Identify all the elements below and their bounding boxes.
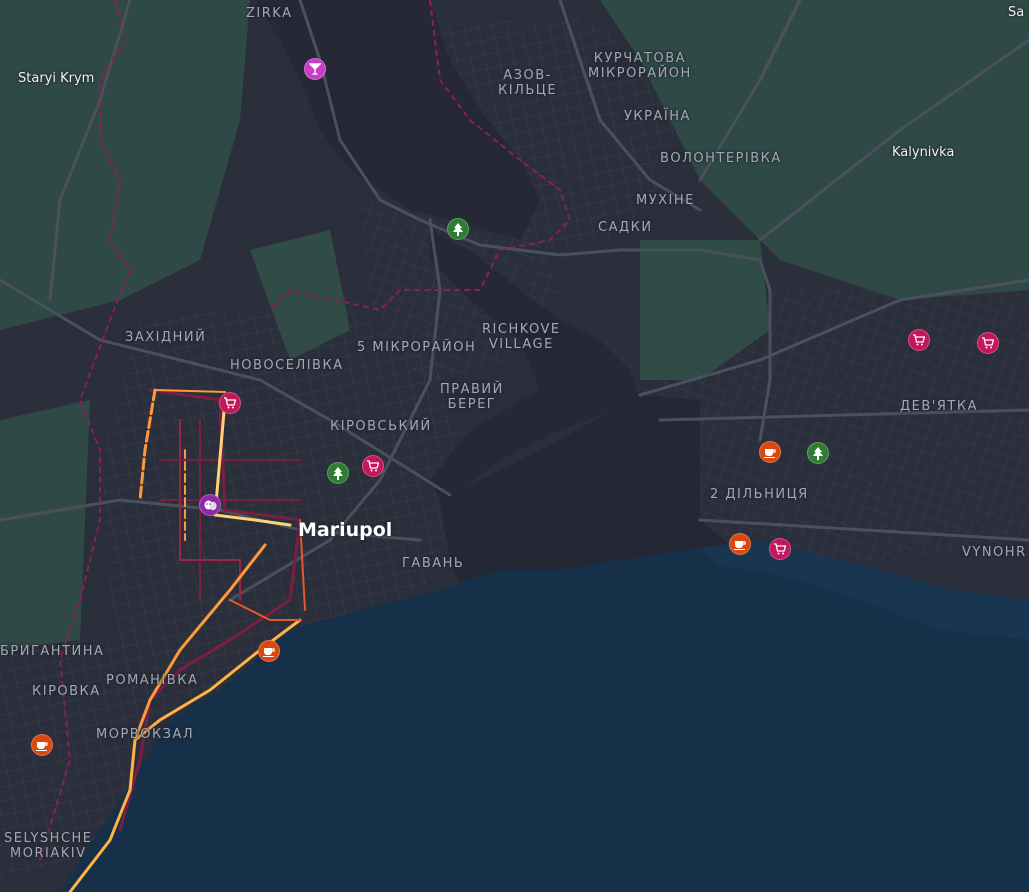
label-volonterivka: ВОЛОНТЕРІВКА bbox=[660, 151, 782, 166]
label-deviatka: ДЕВ'ЯТКА bbox=[900, 399, 978, 414]
shopping-cart-icon[interactable] bbox=[977, 332, 999, 354]
label-romanivka: РОМАНІВКА bbox=[106, 673, 199, 688]
map-base-layer bbox=[0, 0, 1029, 892]
label-selyshche-moriakiv: SELYSHCHE MORIAKIV bbox=[4, 831, 93, 861]
theatre-masks-icon[interactable] bbox=[199, 494, 221, 516]
label-bryhantyna: БРИГАНТИНА bbox=[0, 644, 105, 659]
map-canvas[interactable]: ZIRKA Staryi Krym АЗОВ- КІЛЬЦЕ КУРЧАТОВА… bbox=[0, 0, 1029, 892]
label-sa: Sa bbox=[1008, 5, 1025, 20]
shopping-cart-icon[interactable] bbox=[219, 392, 241, 414]
shopping-cart-icon[interactable] bbox=[362, 455, 384, 477]
label-novoselivka: НОВОСЕЛІВКА bbox=[230, 358, 344, 373]
tree-icon[interactable] bbox=[447, 218, 469, 240]
label-richkove-village: RICHKOVE VILLAGE bbox=[482, 322, 561, 352]
label-sadky: САДКИ bbox=[598, 220, 653, 235]
label-2-dilnytsia: 2 ДІЛЬНИЦЯ bbox=[710, 487, 809, 502]
coffee-cup-icon[interactable] bbox=[31, 734, 53, 756]
tree-icon[interactable] bbox=[327, 462, 349, 484]
label-pravyi-bereh: ПРАВИЙ БЕРЕГ bbox=[440, 382, 504, 412]
label-5-mikroraion: 5 МІКРОРАЙОН bbox=[357, 340, 477, 355]
label-zakhidnyi: ЗАХІДНИЙ bbox=[125, 330, 207, 345]
label-mariupol: Mariupol bbox=[298, 519, 393, 541]
label-vynohr: VYNOHR bbox=[962, 545, 1027, 560]
cocktail-icon[interactable] bbox=[304, 58, 326, 80]
label-ukraina: УКРАЇНА bbox=[624, 109, 691, 124]
label-azov-kiltse: АЗОВ- КІЛЬЦЕ bbox=[498, 68, 558, 98]
shopping-cart-icon[interactable] bbox=[769, 538, 791, 560]
label-havan: ГАВАНЬ bbox=[402, 556, 465, 571]
label-kirovka: КІРОВКА bbox=[32, 684, 101, 699]
label-staryi-krym: Staryi Krym bbox=[18, 71, 95, 86]
green-area bbox=[0, 400, 90, 650]
label-kalynivka: Kalynivka bbox=[892, 145, 955, 160]
coffee-cup-icon[interactable] bbox=[729, 533, 751, 555]
label-mukhine: МУХІНЕ bbox=[636, 193, 695, 208]
tree-icon[interactable] bbox=[807, 442, 829, 464]
coffee-cup-icon[interactable] bbox=[759, 441, 781, 463]
shopping-cart-icon[interactable] bbox=[908, 329, 930, 351]
label-morvokzal: МОРВОКЗАЛ bbox=[96, 727, 195, 742]
label-kurchatova-mikroraion: КУРЧАТОВА МІКРОРАЙОН bbox=[588, 51, 692, 81]
coffee-cup-icon[interactable] bbox=[258, 640, 280, 662]
label-zirka: ZIRKA bbox=[246, 6, 293, 21]
label-kirovskyi: КІРОВСЬКИЙ bbox=[330, 419, 432, 434]
